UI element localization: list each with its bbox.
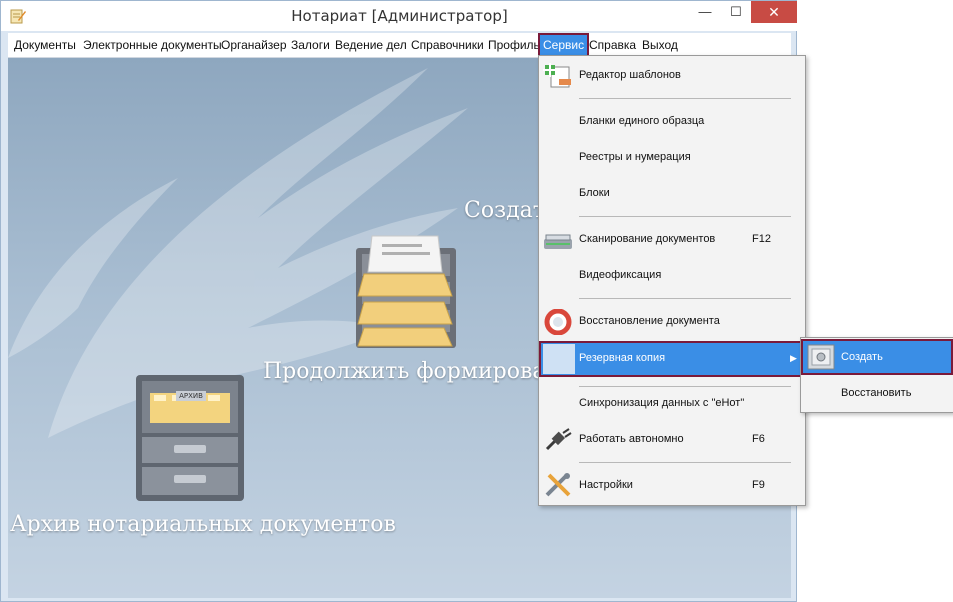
menu-item-registries[interactable]: Реестры и нумерация — [539, 141, 805, 175]
menu-reference-books[interactable]: Справочники — [411, 33, 484, 57]
menu-documents[interactable]: Документы — [14, 33, 76, 57]
menu-separator — [579, 462, 791, 463]
lifebuoy-icon — [544, 309, 572, 335]
menu-exit[interactable]: Выход — [642, 33, 678, 57]
submenu-item-create[interactable]: Создать — [801, 339, 953, 375]
video-recording-label: Видеофиксация — [579, 269, 662, 281]
template-editor-icon — [543, 63, 571, 88]
settings-shortcut: F9 — [752, 479, 765, 491]
submenu-item-restore[interactable]: Восстановить — [801, 375, 953, 411]
document-tray-icon[interactable] — [352, 230, 462, 350]
menu-help[interactable]: Справка — [589, 33, 636, 57]
create-backup-label: Создать — [841, 351, 883, 363]
continue-forming-label[interactable]: Продолжить формирован — [263, 359, 560, 384]
create-document-label[interactable]: Создат — [464, 198, 545, 223]
menu-separator — [579, 216, 791, 217]
restore-backup-label: Восстановить — [841, 387, 912, 399]
archive-tag: АРХИВ — [176, 391, 206, 401]
menu-item-document-recovery[interactable]: Восстановление документа — [539, 305, 805, 339]
menu-separator — [579, 98, 791, 99]
close-button[interactable]: ✕ — [751, 1, 797, 23]
menu-item-backup[interactable]: Резервная копия ▶ — [539, 341, 805, 377]
template-editor-label: Редактор шаблонов — [579, 69, 681, 81]
backup-label: Резервная копия — [579, 352, 666, 364]
tools-icon — [545, 473, 571, 497]
menu-profile[interactable]: Профиль — [488, 33, 540, 57]
archive-label[interactable]: Архив нотариальных документов — [10, 512, 396, 537]
menu-item-video-recording[interactable]: Видеофиксация — [539, 259, 805, 293]
menu-organizer[interactable]: Органайзер — [221, 33, 287, 57]
maximize-button[interactable]: ☐ — [721, 1, 751, 23]
backup-submenu: Создать Восстановить — [800, 337, 953, 413]
menu-electronic-documents[interactable]: Электронные документы — [83, 33, 222, 57]
menu-separator — [579, 298, 791, 299]
menu-item-offline-mode[interactable]: Работать автономно F6 — [539, 423, 805, 457]
settings-label: Настройки — [579, 479, 633, 491]
menu-case-management[interactable]: Ведение дел — [335, 33, 407, 57]
scanning-shortcut: F12 — [752, 233, 771, 245]
standard-forms-label: Бланки единого образца — [579, 115, 705, 127]
menu-item-blocks[interactable]: Блоки — [539, 177, 805, 211]
service-dropdown-menu: Редактор шаблонов Бланки единого образца… — [538, 55, 806, 506]
plug-icon — [545, 428, 572, 451]
title-bar[interactable]: Нотариат [Администратор] — ☐ ✕ — [1, 1, 798, 31]
menu-service[interactable]: Сервис — [538, 33, 590, 57]
safe-icon — [807, 344, 835, 370]
registries-label: Реестры и нумерация — [579, 151, 691, 163]
menu-item-standard-forms[interactable]: Бланки единого образца — [539, 105, 805, 139]
enot-sync-label: Синхронизация данных с "еНот" — [579, 397, 745, 409]
document-recovery-label: Восстановление документа — [579, 315, 720, 327]
window-title: Нотариат [Администратор] — [291, 7, 508, 25]
menu-item-scanning[interactable]: Сканирование документов F12 — [539, 223, 805, 257]
offline-mode-label: Работать автономно — [579, 433, 684, 445]
blocks-label: Блоки — [579, 187, 610, 199]
menu-item-template-editor[interactable]: Редактор шаблонов — [539, 59, 805, 93]
scanner-icon — [544, 234, 572, 249]
minimize-button[interactable]: — — [690, 1, 720, 23]
offline-mode-shortcut: F6 — [752, 433, 765, 445]
menu-item-settings[interactable]: Настройки F9 — [539, 469, 805, 503]
scanning-label: Сканирование документов — [579, 233, 716, 245]
menu-pledges[interactable]: Залоги — [291, 33, 330, 57]
menu-item-enot-sync[interactable]: Синхронизация данных с "еНот" — [539, 387, 805, 421]
submenu-arrow-icon: ▶ — [790, 353, 797, 363]
backup-icon-placeholder — [543, 344, 575, 374]
wing-decoration — [8, 68, 468, 438]
